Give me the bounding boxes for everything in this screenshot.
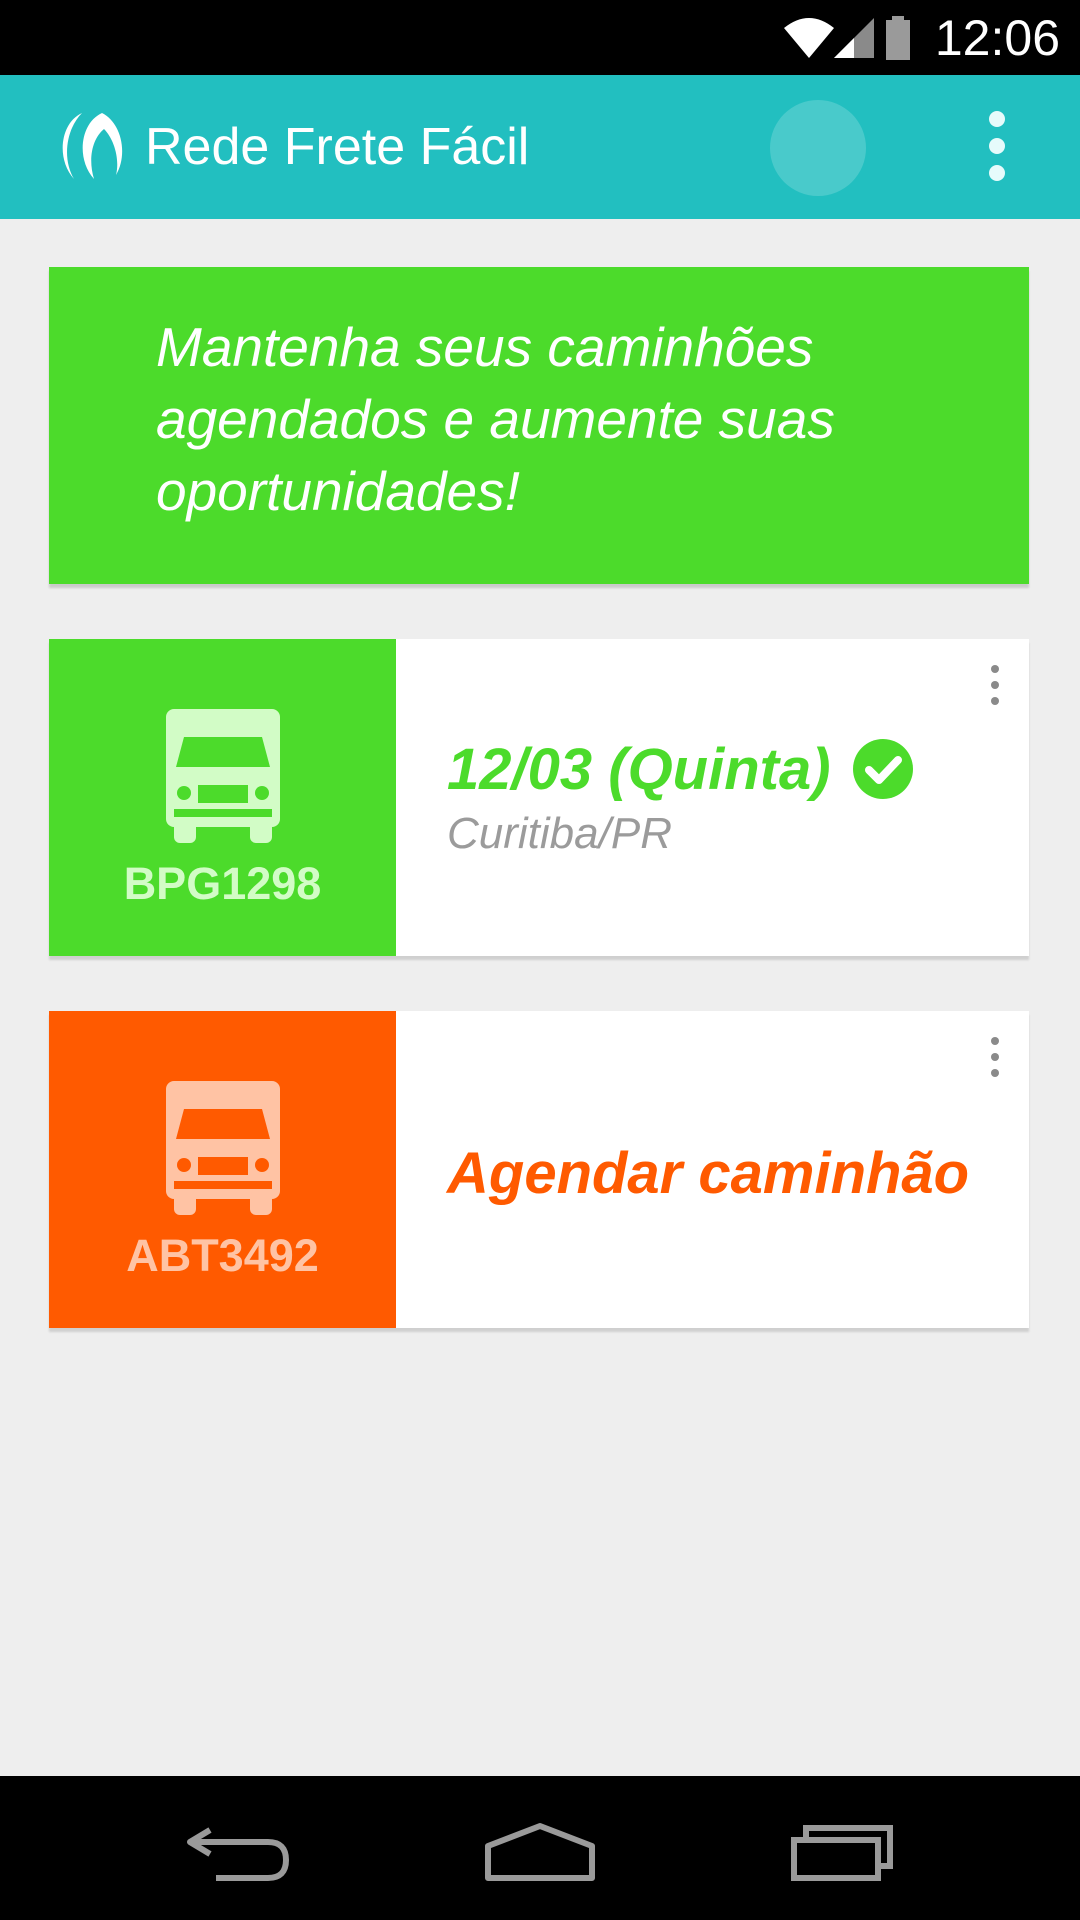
schedule-city: Curitiba/PR <box>447 809 672 858</box>
promo-banner: Mantenha seus caminhões agendados e aume… <box>49 267 1029 584</box>
banner-text: Mantenha seus caminhões agendados e aume… <box>156 316 835 522</box>
schedule-date: 12/03 (Quinta) <box>447 737 831 802</box>
truck-plate: BPG1298 <box>123 858 322 909</box>
card-overflow-icon[interactable] <box>979 665 1009 707</box>
recents-icon[interactable] <box>780 1816 900 1886</box>
card-menu-dot <box>991 1037 999 1045</box>
card-menu-dot <box>991 1069 999 1077</box>
overflow-menu-icon[interactable] <box>982 111 1012 181</box>
app-logo-icon <box>62 113 123 179</box>
check-circle-icon <box>852 738 913 799</box>
truck-card-unscheduled[interactable]: ABT3492 Agendar caminhão <box>49 1011 1029 1328</box>
status-time: 12:06 <box>934 10 1060 66</box>
card-menu-dot <box>991 1053 999 1061</box>
status-bar: 12:06 <box>0 0 1080 75</box>
profile-avatar[interactable] <box>770 100 866 196</box>
overflow-dot <box>989 165 1005 181</box>
home-icon[interactable] <box>480 1816 600 1886</box>
overflow-dot <box>989 111 1005 127</box>
card-menu-dot <box>991 697 999 705</box>
app-bar: Rede Frete Fácil <box>0 75 1080 219</box>
card-overflow-icon[interactable] <box>979 1037 1009 1079</box>
back-icon[interactable] <box>180 1816 300 1886</box>
truck-plate: ABT3492 <box>126 1230 319 1281</box>
signal-icon <box>834 18 874 58</box>
battery-icon <box>886 16 910 60</box>
schedule-date-line: 12/03 (Quinta) <box>447 735 913 805</box>
card-menu-dot <box>991 665 999 673</box>
overflow-dot <box>989 138 1005 154</box>
nav-bar <box>0 1776 1080 1920</box>
status-icons <box>784 16 910 60</box>
truck-icon <box>166 1081 280 1215</box>
schedule-truck-link[interactable]: Agendar caminhão <box>447 1139 969 1209</box>
app-title: Rede Frete Fácil <box>145 118 530 176</box>
truck-tile: BPG1298 <box>49 639 396 956</box>
truck-icon <box>166 709 280 843</box>
wifi-icon <box>784 18 834 58</box>
truck-card-scheduled[interactable]: BPG1298 12/03 (Quinta) Curitiba/PR <box>49 639 1029 956</box>
card-menu-dot <box>991 681 999 689</box>
truck-tile: ABT3492 <box>49 1011 396 1328</box>
